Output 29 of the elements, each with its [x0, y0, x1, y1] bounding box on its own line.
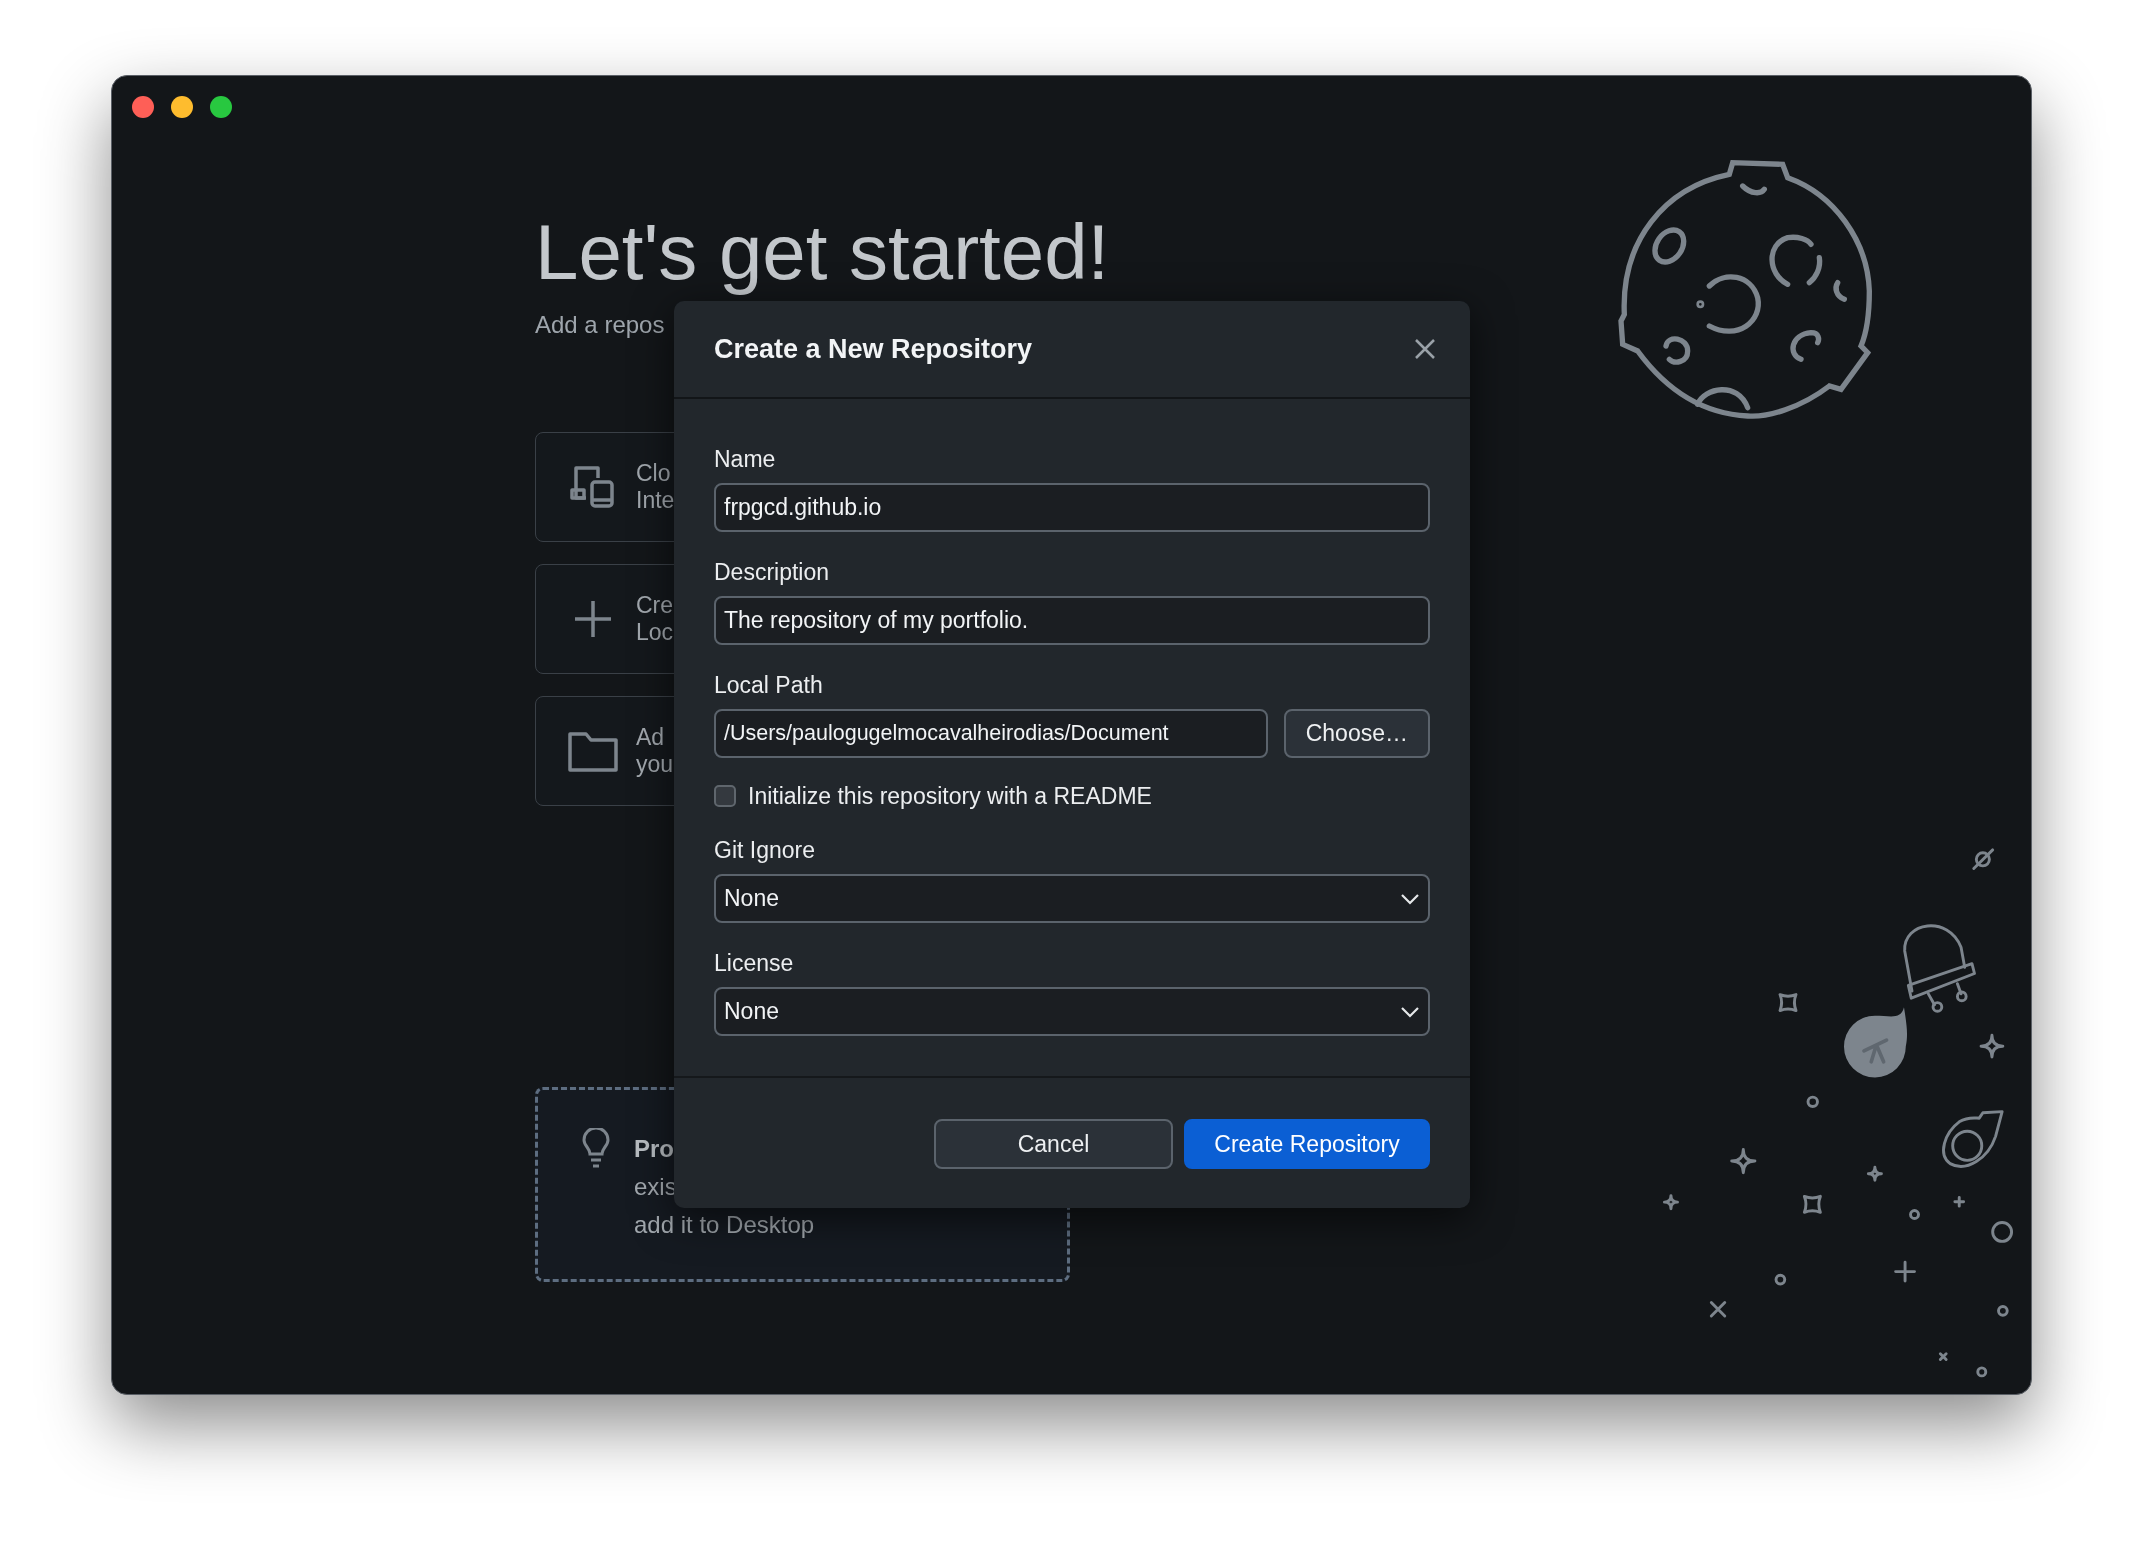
welcome-heading: Let's get started! — [535, 207, 1110, 298]
path-field[interactable]: /Users/paulogugelmocavalheirodias/Document — [714, 709, 1268, 758]
close-icon — [1414, 338, 1436, 360]
dropdown[interactable]: None — [714, 987, 1430, 1036]
minimize-window-button[interactable] — [171, 96, 193, 118]
text-field[interactable]: frpgcd.github.io — [714, 483, 1430, 532]
field-label: Name — [714, 445, 777, 473]
chevron-icon — [1400, 1005, 1420, 1018]
chevron-icon — [1400, 892, 1420, 905]
plus-icon — [573, 599, 613, 639]
field-label: License — [714, 949, 795, 977]
text-field[interactable]: The repository of my portfolio. — [714, 596, 1430, 645]
checkbox[interactable] — [714, 785, 736, 807]
dialog-title: Create a New Repository — [714, 333, 1033, 365]
cancel-button[interactable]: Cancel — [934, 1119, 1173, 1169]
checkbox-label: Initialize this repository with a README — [748, 782, 1152, 810]
choose-button[interactable]: Choose… — [1283, 709, 1430, 758]
field-label: Git Ignore — [714, 836, 816, 864]
primary-button[interactable]: Create Repository — [1184, 1119, 1430, 1169]
field-label: Description — [714, 558, 831, 586]
zoom-window-button[interactable] — [210, 96, 232, 118]
dropdown[interactable]: None — [714, 874, 1430, 923]
tip-text: Pro exis add it to Desktop — [634, 1134, 815, 1240]
lightbulb-icon — [582, 1128, 610, 1168]
devices-icon — [570, 464, 616, 510]
welcome-subtitle: Add a repos — [535, 310, 665, 340]
close-window-button[interactable] — [132, 96, 154, 118]
folder-icon — [568, 730, 618, 772]
field-label: Local Path — [714, 671, 824, 699]
